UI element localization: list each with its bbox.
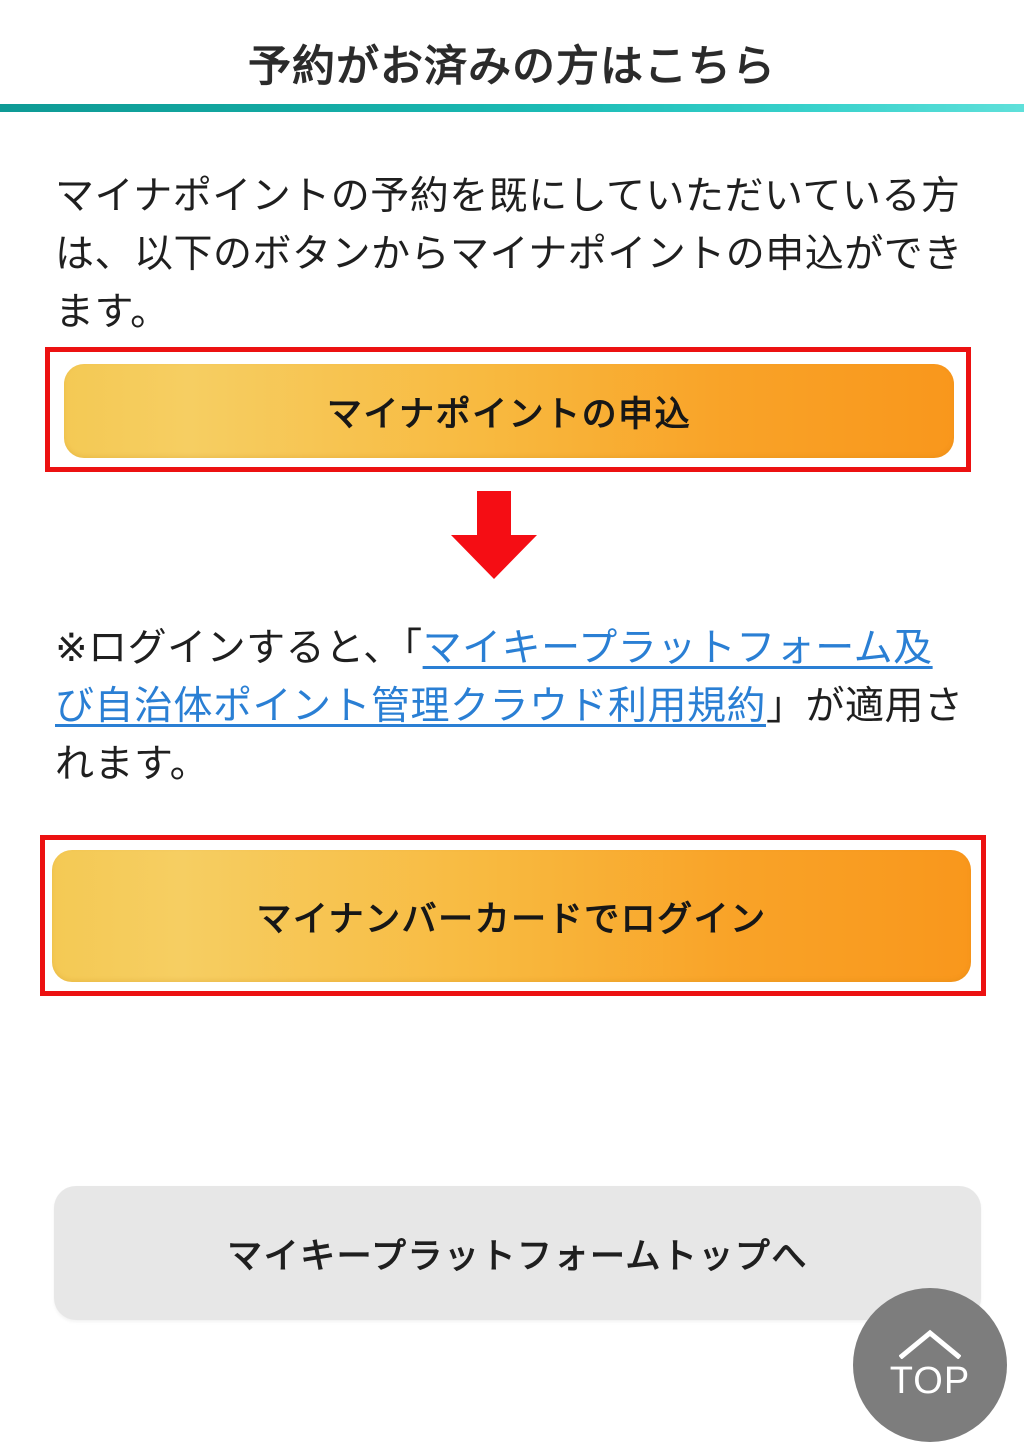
page-title: 予約がお済みの方はこちら xyxy=(248,43,776,91)
arrow-down-icon xyxy=(451,491,537,579)
mykey-platform-top-button[interactable]: マイキープラットフォームトップへ xyxy=(54,1186,981,1320)
terms-paragraph: ※ログインすると、「マイキープラットフォーム及び自治体ポイント管理クラウド利用規… xyxy=(55,620,970,794)
title-divider xyxy=(0,104,1024,112)
apply-mynapoint-button[interactable]: マイナポイントの申込 xyxy=(64,364,954,458)
login-with-mynumber-card-button[interactable]: マイナンバーカードでログイン xyxy=(52,850,971,982)
terms-prefix: ※ログインすると、「 xyxy=(55,627,423,670)
chevron-up-icon xyxy=(899,1329,961,1359)
scroll-to-top-label: TOP xyxy=(889,1360,971,1402)
intro-paragraph: マイナポイントの予約を既にしていただいている方は、以下のボタンからマイナポイント… xyxy=(55,175,963,334)
scroll-to-top-button[interactable]: TOP xyxy=(853,1288,1007,1442)
